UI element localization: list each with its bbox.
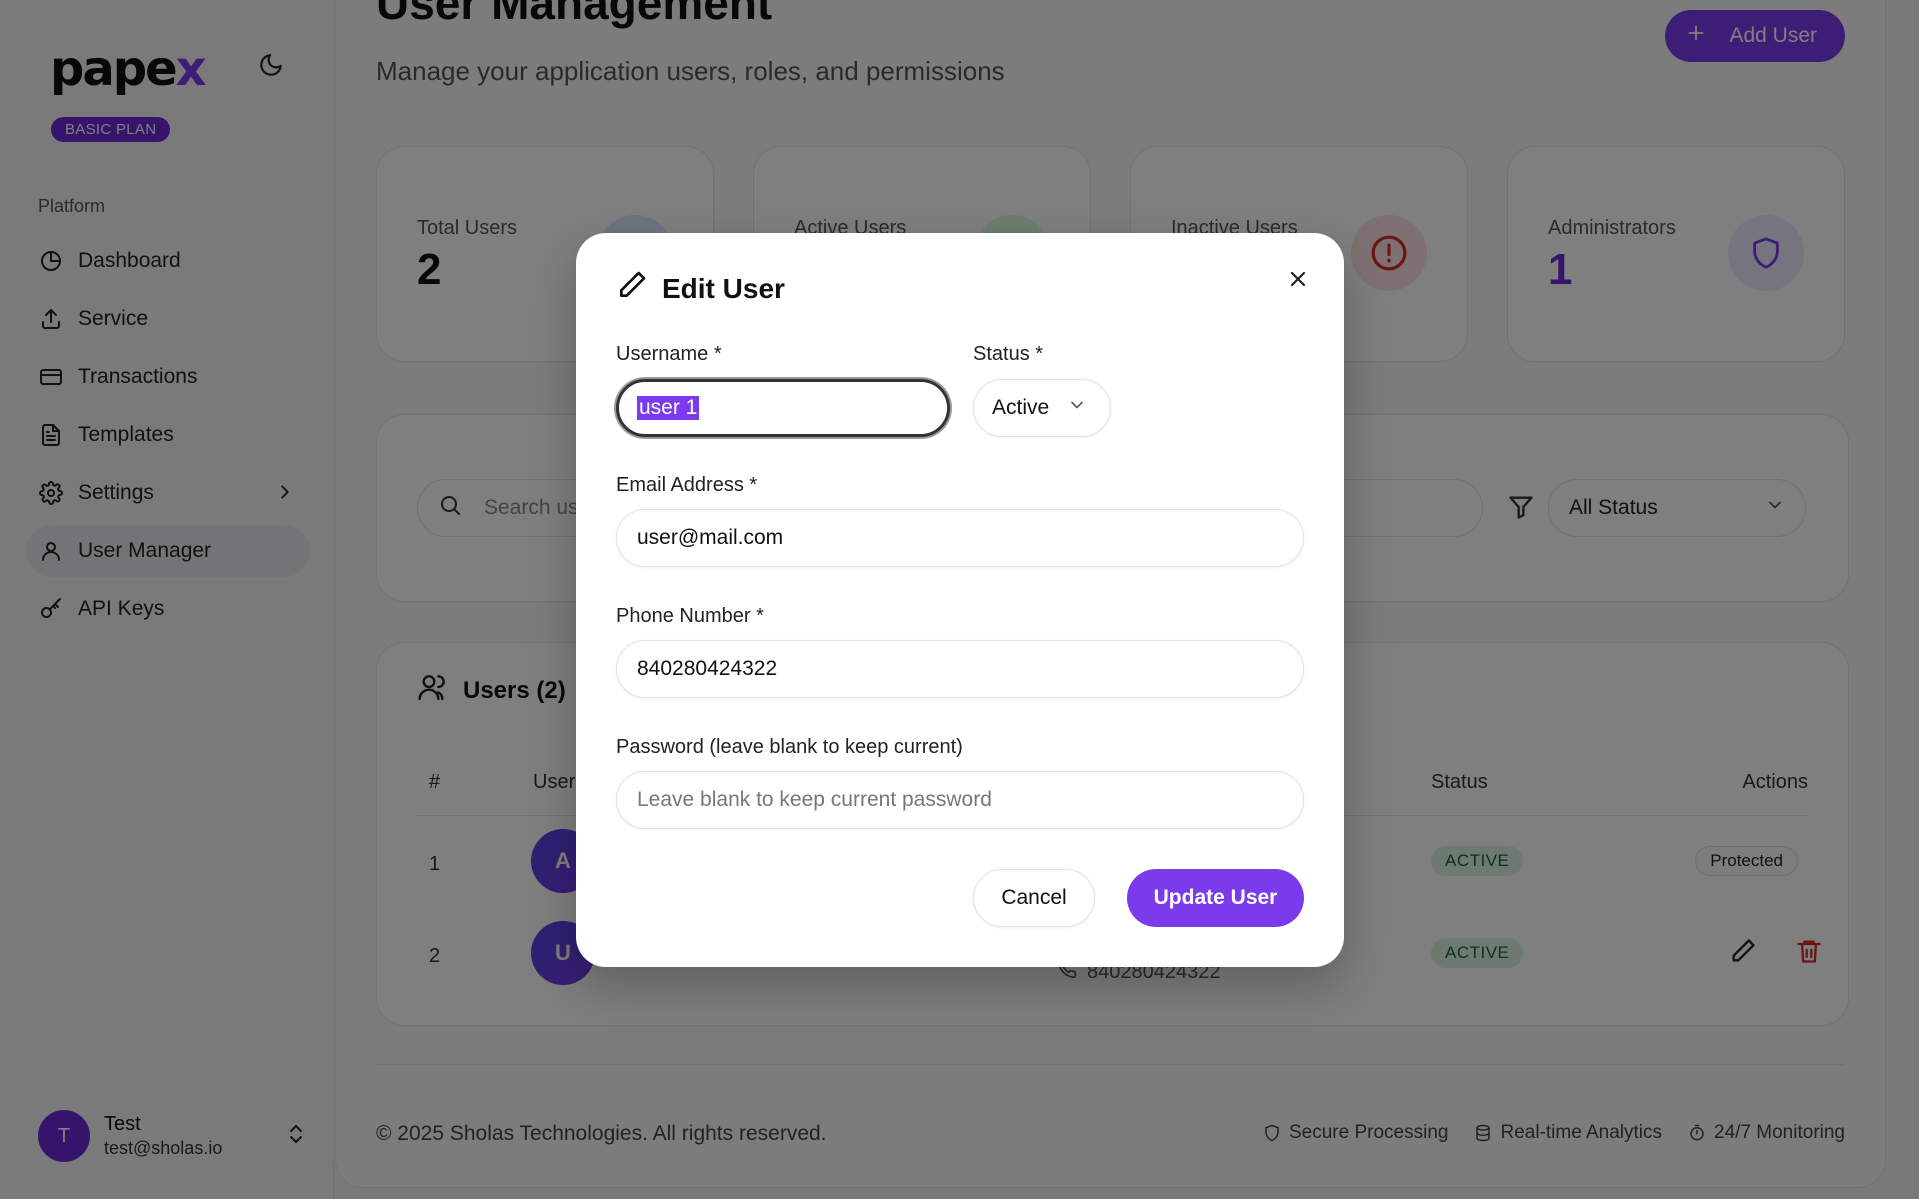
cancel-button[interactable]: Cancel: [973, 869, 1095, 927]
app-root: papex BASIC PLAN Platform Dashboard Serv…: [0, 0, 1919, 1199]
close-dialog-button[interactable]: [1280, 261, 1316, 297]
status-label: Status *: [973, 343, 1044, 365]
phone-label: Phone Number *: [616, 605, 764, 627]
chevron-down-icon: [1067, 395, 1087, 421]
status-select-value: Active: [992, 396, 1050, 419]
dialog-title-text: Edit User: [662, 272, 785, 304]
phone-field[interactable]: [616, 640, 1304, 698]
username-field[interactable]: user 1: [616, 379, 950, 437]
update-user-button[interactable]: Update User: [1127, 869, 1304, 927]
email-label: Email Address *: [616, 474, 758, 496]
username-value: user 1: [637, 396, 700, 420]
password-label: Password (leave blank to keep current): [616, 736, 963, 758]
close-icon: [1290, 271, 1306, 287]
status-select[interactable]: Active: [973, 379, 1111, 437]
pencil-icon: [616, 269, 648, 308]
edit-user-dialog: Edit User Username * user 1 Status * Act…: [576, 233, 1344, 967]
email-field[interactable]: [616, 509, 1304, 567]
dialog-title: Edit User: [616, 269, 785, 308]
username-label: Username *: [616, 343, 722, 365]
password-field[interactable]: [616, 771, 1304, 829]
